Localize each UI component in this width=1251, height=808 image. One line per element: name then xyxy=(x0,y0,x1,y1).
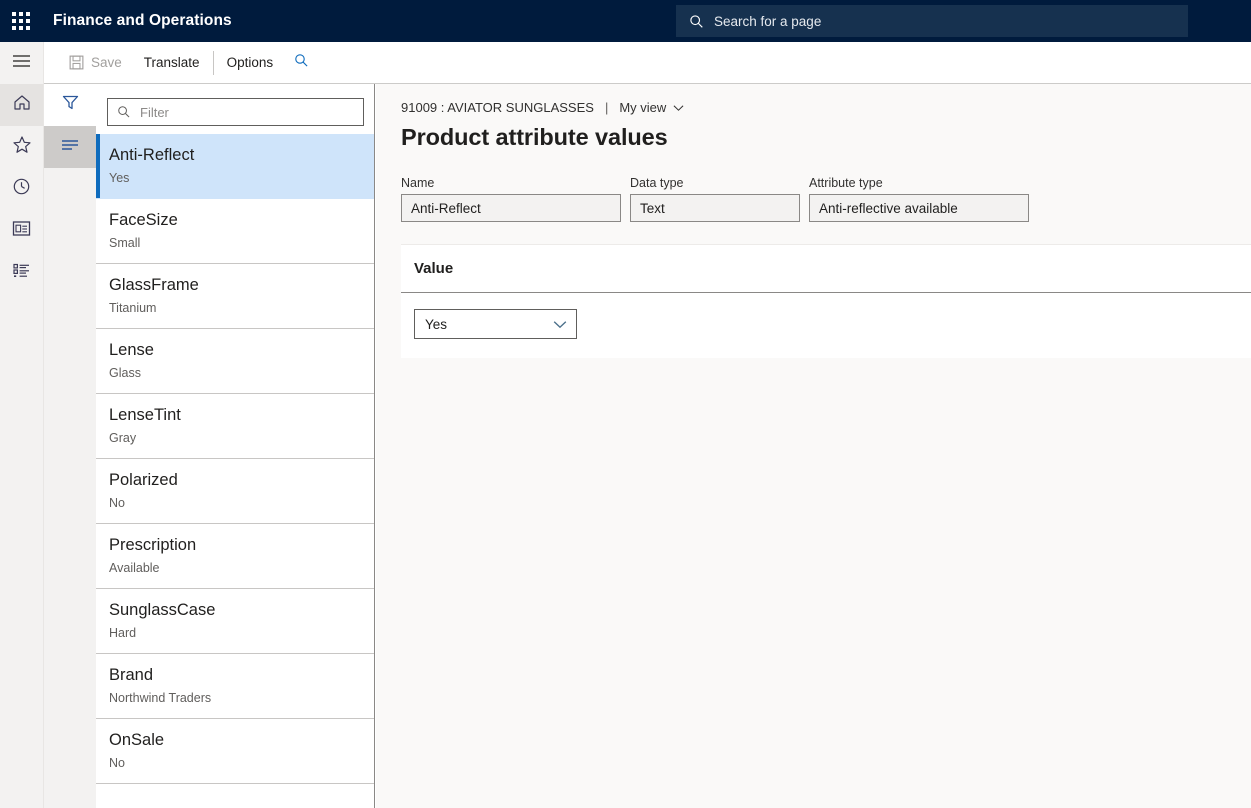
list-item[interactable]: Anti-Reflect Yes xyxy=(96,134,374,199)
hamburger-icon xyxy=(12,54,31,73)
translate-label: Translate xyxy=(144,55,200,70)
list-item-value: Gray xyxy=(109,430,374,446)
search-icon xyxy=(117,105,131,119)
list-item-title: Polarized xyxy=(109,470,374,490)
toolbar-search-button[interactable] xyxy=(284,42,318,84)
left-navigation-rail xyxy=(0,42,44,808)
sidebar-item-modules[interactable] xyxy=(0,252,43,294)
field-input[interactable]: Anti-reflective available xyxy=(809,194,1029,222)
list-item-title: OnSale xyxy=(109,730,374,750)
list-item-value: No xyxy=(109,495,374,511)
waffle-icon xyxy=(12,12,30,30)
app-launcher-button[interactable] xyxy=(0,0,42,42)
chevron-down-icon xyxy=(673,104,684,112)
chevron-down-icon xyxy=(553,320,567,329)
field-label: Attribute type xyxy=(809,176,1029,190)
attribute-fields: Name Anti-Reflect Data type Text Attribute t… xyxy=(376,151,1251,222)
value-section-card: Value Yes xyxy=(401,244,1251,358)
toolbar-divider xyxy=(213,51,214,75)
global-search-placeholder: Search for a page xyxy=(714,14,821,29)
field-group: Attribute type Anti-reflective available xyxy=(809,176,1029,222)
filter-input[interactable]: Filter xyxy=(107,98,364,126)
action-toolbar: Save Translate Options xyxy=(44,42,1251,84)
list-item-value: Yes xyxy=(109,170,374,186)
list-item[interactable]: OnSale No xyxy=(96,719,374,784)
list-item-value: Small xyxy=(109,235,374,251)
attribute-list: Anti-Reflect Yes FaceSize Small GlassFrame Ti… xyxy=(96,134,374,784)
breadcrumb: 91009 : AVIATOR SUNGLASSES | My view xyxy=(376,84,1251,115)
attribute-list-panel: Filter Anti-Reflect Yes FaceSize Small Glass… xyxy=(96,84,375,808)
field-input[interactable]: Anti-Reflect xyxy=(401,194,621,222)
list-item-title: Anti-Reflect xyxy=(109,145,374,165)
list-item[interactable]: Lense Glass xyxy=(96,329,374,394)
sidebar-item-home[interactable] xyxy=(0,84,43,126)
top-navigation-bar: Finance and Operations Search for a page xyxy=(0,0,1251,42)
page-title: Product attribute values xyxy=(376,115,1251,151)
list-item[interactable]: Brand Northwind Traders xyxy=(96,654,374,719)
field-group: Data type Text xyxy=(630,176,800,222)
view-selector-label: My view xyxy=(619,100,666,115)
list-item[interactable]: LenseTint Gray xyxy=(96,394,374,459)
view-selector[interactable]: My view xyxy=(619,100,684,115)
list-panel-rail xyxy=(44,84,96,808)
list-item[interactable]: FaceSize Small xyxy=(96,199,374,264)
list-item-title: FaceSize xyxy=(109,210,374,230)
list-item-value: Northwind Traders xyxy=(109,690,374,706)
global-search-input[interactable]: Search for a page xyxy=(676,5,1188,37)
save-button[interactable]: Save xyxy=(58,42,133,84)
filter-pane-button[interactable] xyxy=(44,84,96,126)
breadcrumb-record-id: 91009 : AVIATOR SUNGLASSES xyxy=(401,100,594,115)
list-item-value: Titanium xyxy=(109,300,374,316)
options-button[interactable]: Options xyxy=(216,42,285,84)
list-lines-icon xyxy=(60,138,80,157)
list-item-title: SunglassCase xyxy=(109,600,374,620)
star-icon xyxy=(12,135,32,159)
translate-button[interactable]: Translate xyxy=(133,42,211,84)
value-dropdown-selected: Yes xyxy=(425,317,447,332)
list-pane-button[interactable] xyxy=(44,126,96,168)
search-icon xyxy=(294,53,309,73)
main-content: 91009 : AVIATOR SUNGLASSES | My view Pro… xyxy=(376,84,1251,808)
nav-expand-button[interactable] xyxy=(0,42,43,84)
sidebar-item-workspaces[interactable] xyxy=(0,210,43,252)
value-dropdown[interactable]: Yes xyxy=(414,309,577,339)
modules-list-icon xyxy=(12,262,31,284)
filter-placeholder: Filter xyxy=(140,105,169,120)
options-label: Options xyxy=(227,55,274,70)
list-item-value: Glass xyxy=(109,365,374,381)
breadcrumb-separator: | xyxy=(605,100,608,115)
list-item-title: Prescription xyxy=(109,535,374,555)
list-item[interactable]: GlassFrame Titanium xyxy=(96,264,374,329)
value-section-title: Value xyxy=(414,260,453,277)
field-input[interactable]: Text xyxy=(630,194,800,222)
list-item-title: LenseTint xyxy=(109,405,374,425)
save-disk-icon xyxy=(69,55,84,70)
field-group: Name Anti-Reflect xyxy=(401,176,621,222)
save-label: Save xyxy=(91,55,122,70)
list-item[interactable]: SunglassCase Hard xyxy=(96,589,374,654)
value-section-header: Value xyxy=(401,245,1251,293)
clock-icon xyxy=(12,177,31,201)
list-item-value: Available xyxy=(109,560,374,576)
list-item[interactable]: Prescription Available xyxy=(96,524,374,589)
sidebar-item-recent[interactable] xyxy=(0,168,43,210)
field-label: Name xyxy=(401,176,621,190)
field-label: Data type xyxy=(630,176,800,190)
sidebar-item-favorites[interactable] xyxy=(0,126,43,168)
app-title: Finance and Operations xyxy=(53,12,232,30)
workspace-icon xyxy=(12,220,31,242)
list-item-value: No xyxy=(109,755,374,771)
home-icon xyxy=(12,93,32,117)
list-item-value: Hard xyxy=(109,625,374,641)
funnel-filter-icon xyxy=(61,93,80,117)
list-item[interactable]: Polarized No xyxy=(96,459,374,524)
list-item-title: Lense xyxy=(109,340,374,360)
list-item-title: GlassFrame xyxy=(109,275,374,295)
search-icon xyxy=(689,14,704,29)
list-item-title: Brand xyxy=(109,665,374,685)
